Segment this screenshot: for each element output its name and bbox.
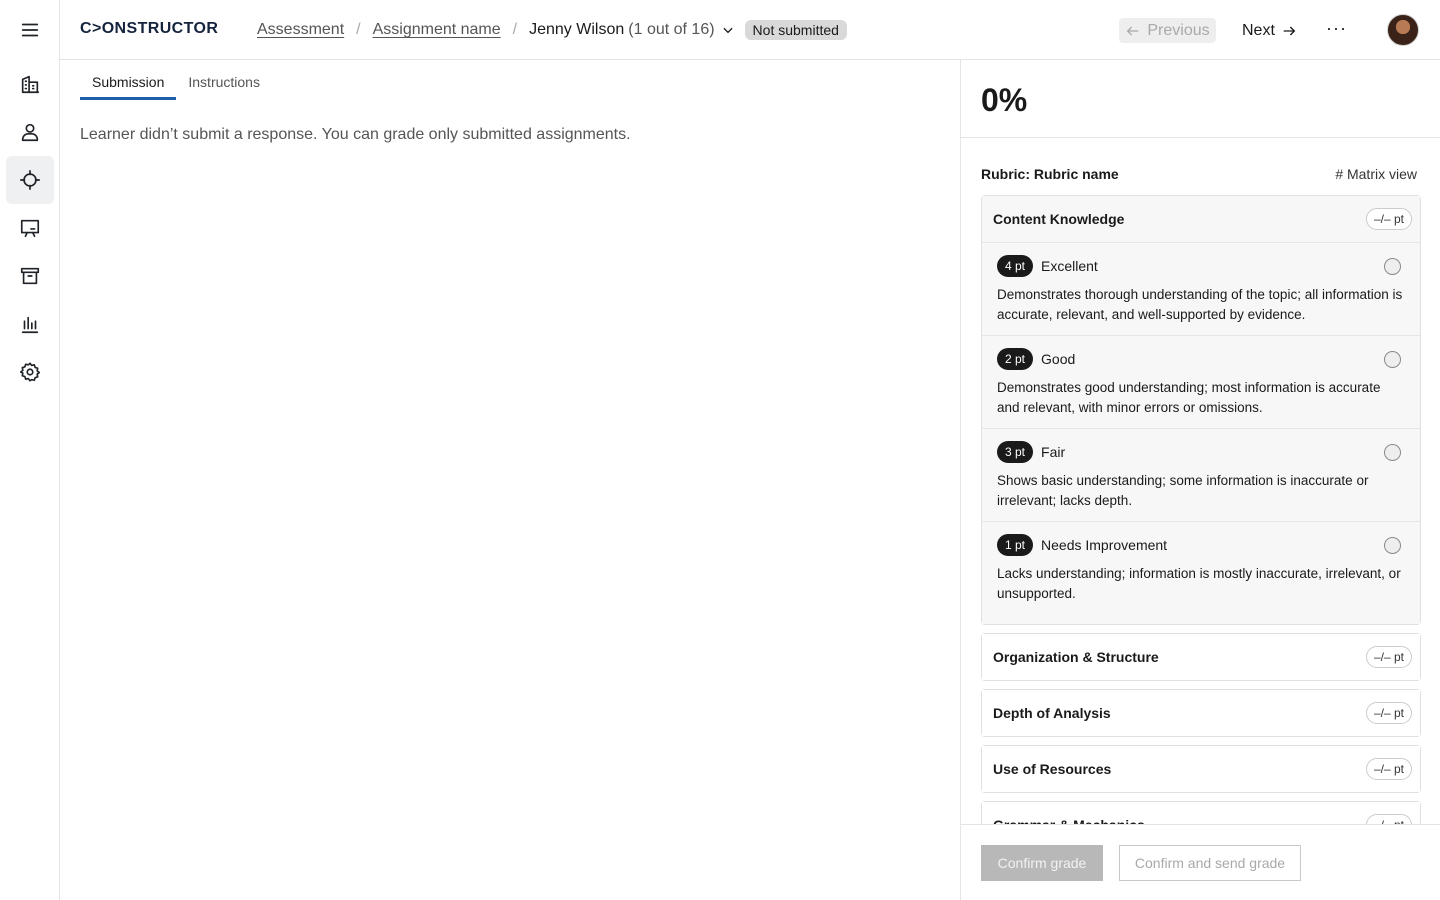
level-points-badge: 4 pt	[997, 255, 1034, 277]
rail-item-settings[interactable]	[6, 348, 54, 396]
level-description: Demonstrates good understanding; most in…	[997, 380, 1381, 415]
level-description: Demonstrates thorough understanding of t…	[997, 287, 1403, 322]
level-name: Needs Improvement	[1041, 537, 1168, 553]
criterion-points: –/– pt	[1365, 208, 1412, 230]
score-display: 0%	[961, 60, 1440, 138]
level-description: Shows basic understanding; some informat…	[997, 473, 1369, 508]
person-icon	[21, 123, 39, 142]
learner-name: Jenny Wilson	[529, 21, 625, 38]
level-points-badge: 1 pt	[997, 534, 1034, 556]
criterion-depth-of-analysis[interactable]: Depth of Analysis –/– pt	[981, 689, 1421, 737]
previous-button[interactable]: Previous	[1119, 18, 1216, 43]
menu-icon	[21, 23, 39, 37]
level-radio[interactable]	[1384, 351, 1401, 368]
rail-item-courses[interactable]	[6, 204, 54, 252]
next-label: Next	[1242, 21, 1275, 39]
level-name: Good	[1041, 351, 1076, 367]
confirm-and-send-grade-button[interactable]: Confirm and send grade	[1119, 845, 1301, 881]
level-name: Excellent	[1041, 258, 1098, 274]
more-options-icon[interactable]: ···	[1326, 18, 1347, 39]
level-radio[interactable]	[1384, 537, 1401, 554]
archive-icon	[20, 267, 40, 285]
level-points-badge: 3 pt	[997, 441, 1034, 463]
avatar[interactable]	[1387, 14, 1419, 46]
criterion-use-of-resources[interactable]: Use of Resources –/– pt	[981, 745, 1421, 793]
rail-item-assessment[interactable]	[6, 156, 54, 204]
status-badge: Not submitted	[744, 20, 847, 40]
criterion-header[interactable]: Organization & Structure –/– pt	[982, 634, 1420, 680]
top-bar: C>ONSTRUCTOR Assessment / Assignment nam…	[60, 0, 1440, 60]
breadcrumb-assessment-link[interactable]: Assessment	[257, 21, 344, 39]
grading-panel: 0% Rubric: Rubric name # Matrix view Con…	[960, 60, 1440, 900]
learner-count: (1 out of 16)	[628, 21, 715, 38]
rail-item-organizations[interactable]	[6, 60, 54, 108]
level-description: Lacks understanding; information is most…	[997, 566, 1401, 601]
rubric-level[interactable]: 3 pt Fair Shows basic understanding; som…	[982, 428, 1420, 521]
level-radio[interactable]	[1384, 444, 1401, 461]
confirm-grade-button[interactable]: Confirm grade	[981, 845, 1103, 881]
level-radio[interactable]	[1384, 258, 1401, 275]
target-icon	[20, 170, 40, 190]
level-name: Fair	[1041, 444, 1066, 460]
menu-button[interactable]	[6, 6, 54, 54]
breadcrumb-separator: /	[512, 21, 518, 38]
criterion-content-knowledge: Content Knowledge –/– pt 4 pt Excellent …	[981, 195, 1421, 625]
matrix-view-button[interactable]: # Matrix view	[1335, 166, 1417, 182]
gear-icon	[19, 362, 41, 382]
chevron-down-icon	[723, 27, 733, 34]
breadcrumb-assignment-link[interactable]: Assignment name	[373, 21, 501, 39]
rubric-level[interactable]: 2 pt Good Demonstrates good understandin…	[982, 335, 1420, 428]
left-rail	[0, 0, 60, 900]
criterion-name: Organization & Structure	[993, 649, 1159, 665]
rubric-level[interactable]: 4 pt Excellent Demonstrates thorough und…	[982, 242, 1420, 335]
level-points-badge: 2 pt	[997, 348, 1034, 370]
breadcrumb-separator: /	[356, 21, 361, 38]
breadcrumb: Assessment / Assignment name / Jenny Wil…	[257, 20, 847, 40]
criterion-name: Depth of Analysis	[993, 705, 1111, 721]
criterion-name: Use of Resources	[993, 761, 1112, 777]
constructor-logo[interactable]: C>ONSTRUCTOR	[80, 20, 218, 38]
rubric-criteria-list[interactable]: Content Knowledge –/– pt 4 pt Excellent …	[981, 195, 1421, 825]
criterion-header[interactable]: Content Knowledge –/– pt	[982, 196, 1420, 242]
criterion-points: –/– pt	[1365, 646, 1412, 668]
bar-chart-icon	[21, 316, 39, 334]
previous-label: Previous	[1147, 21, 1210, 39]
tab-submission[interactable]: Submission	[80, 60, 177, 100]
rubric-header: Rubric: Rubric name # Matrix view	[981, 166, 1417, 182]
presentation-icon	[20, 219, 40, 238]
building-icon	[21, 75, 40, 94]
learner-selector[interactable]: Jenny Wilson (1 out of 16)	[529, 21, 734, 39]
tab-instructions[interactable]: Instructions	[176, 60, 272, 100]
rail-item-people[interactable]	[6, 108, 54, 156]
criterion-grammar-mechanics[interactable]: Grammar & Mechanics –/– pt	[981, 801, 1421, 825]
arrow-left-icon	[1127, 26, 1139, 35]
content-tabs: Submission Instructions	[80, 60, 272, 100]
criterion-points: –/– pt	[1365, 702, 1412, 724]
grading-footer: Confirm grade Confirm and send grade	[961, 824, 1440, 900]
rail-item-archive[interactable]	[6, 252, 54, 300]
criterion-header[interactable]: Use of Resources –/– pt	[982, 746, 1420, 792]
criterion-name: Content Knowledge	[993, 211, 1125, 227]
arrow-right-icon	[1283, 26, 1296, 35]
no-submission-message: Learner didn’t submit a response. You ca…	[80, 126, 631, 143]
next-button[interactable]: Next	[1242, 18, 1297, 43]
rubric-level[interactable]: 1 pt Needs Improvement Lacks understandi…	[982, 521, 1420, 624]
rubric-title: Rubric: Rubric name	[981, 166, 1119, 182]
criterion-header[interactable]: Depth of Analysis –/– pt	[982, 690, 1420, 736]
criterion-points: –/– pt	[1365, 758, 1412, 780]
criterion-organization-structure[interactable]: Organization & Structure –/– pt	[981, 633, 1421, 681]
criterion-header[interactable]: Grammar & Mechanics –/– pt	[982, 802, 1420, 825]
rail-item-analytics[interactable]	[6, 300, 54, 348]
